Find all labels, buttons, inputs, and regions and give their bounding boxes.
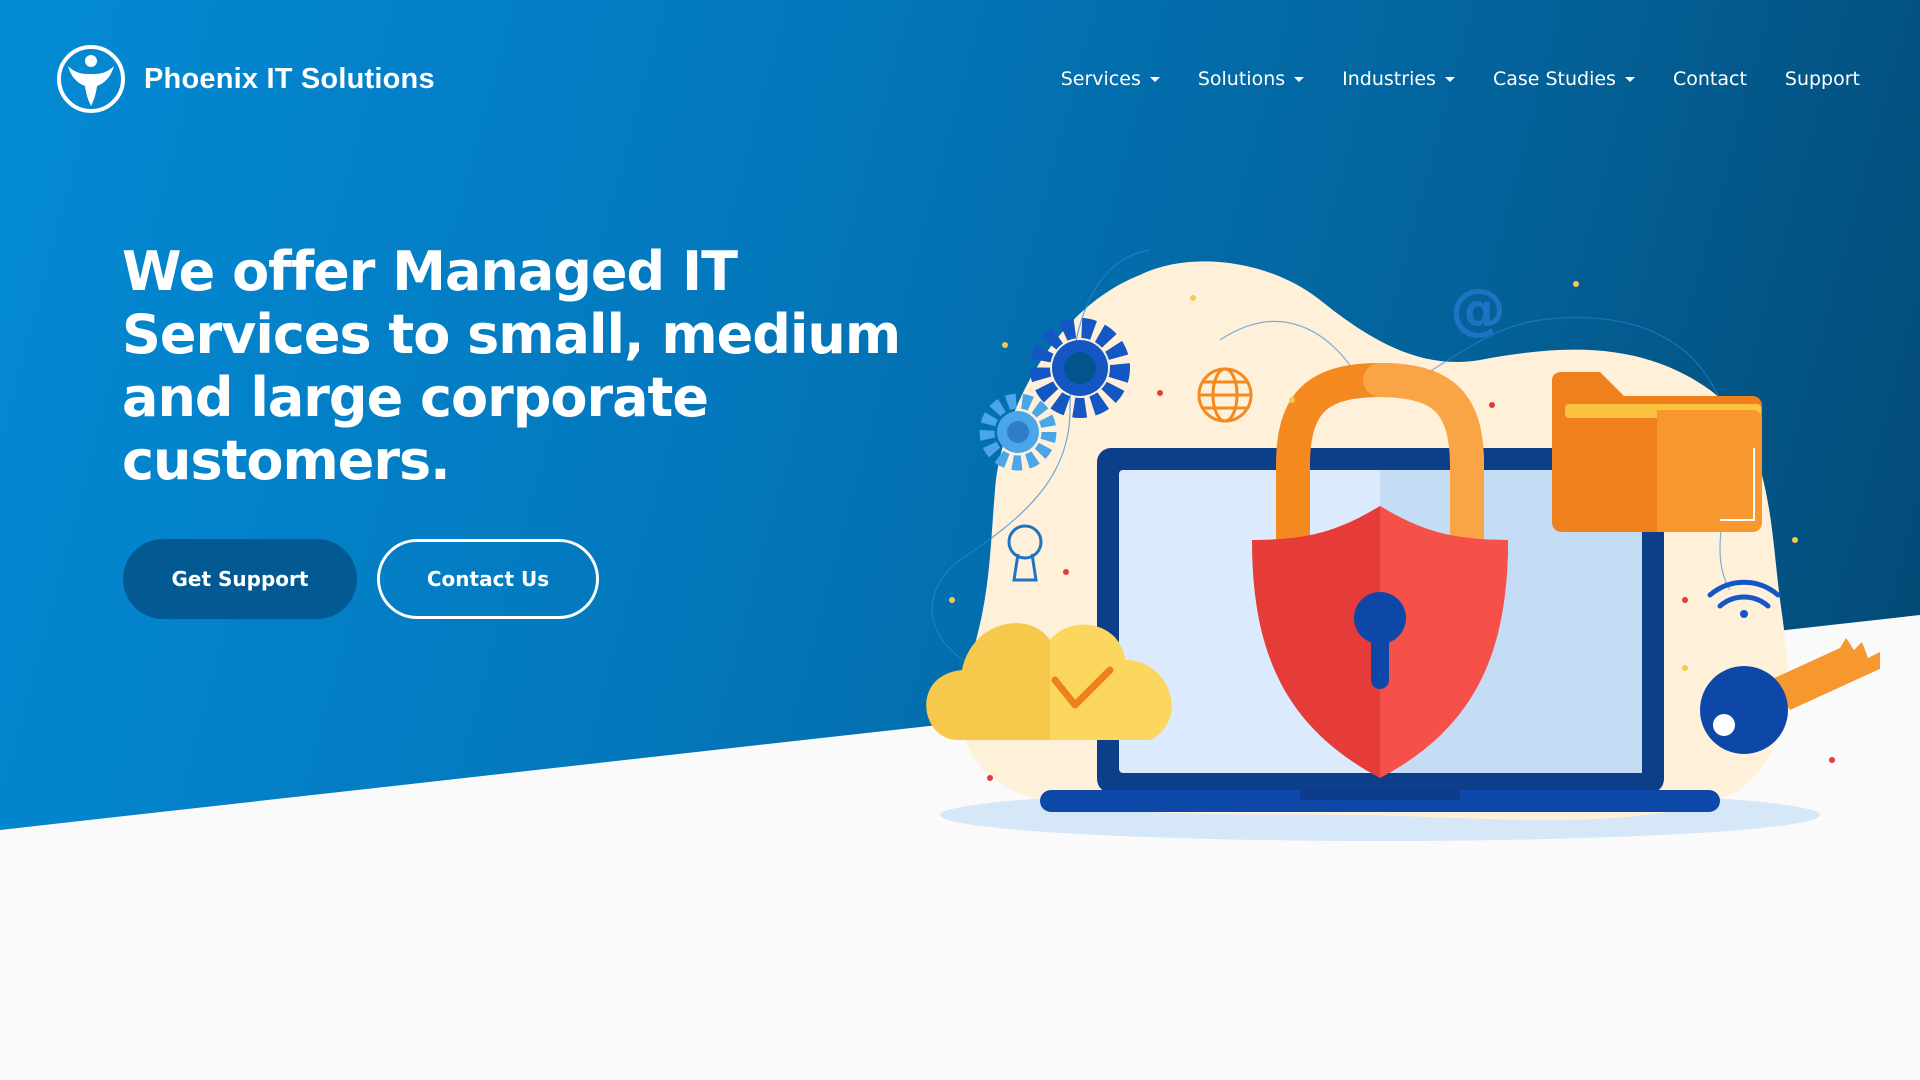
phoenix-logo-icon xyxy=(57,45,125,113)
nav-item-industries[interactable]: Industries xyxy=(1342,68,1455,90)
nav-label: Support xyxy=(1784,68,1860,90)
main-nav: Services Solutions Industries Case Studi… xyxy=(1061,68,1860,90)
nav-label: Industries xyxy=(1342,68,1436,90)
contact-us-button[interactable]: Contact Us xyxy=(377,539,599,619)
caret-down-icon xyxy=(1624,76,1635,82)
hero-headline: We offer Managed IT Services to small, m… xyxy=(122,240,901,492)
nav-label: Services xyxy=(1060,68,1141,90)
nav-item-support[interactable]: Support xyxy=(1785,68,1860,90)
site-header: Phoenix IT Solutions Services Solutions … xyxy=(0,0,1920,160)
nav-item-contact[interactable]: Contact xyxy=(1673,68,1747,90)
hero-illustration: @ xyxy=(926,249,1880,841)
caret-down-icon xyxy=(1294,76,1305,82)
nav-label: Case Studies xyxy=(1492,68,1616,90)
brand-name: Phoenix IT Solutions xyxy=(144,62,435,95)
brand-link[interactable]: Phoenix IT Solutions xyxy=(56,44,435,114)
caret-down-icon xyxy=(1149,76,1160,82)
at-sign-icon: @ xyxy=(1450,277,1506,342)
nav-item-case-studies[interactable]: Case Studies xyxy=(1493,68,1635,90)
nav-label: Contact xyxy=(1672,68,1747,90)
page: Phoenix IT Solutions Services Solutions … xyxy=(0,0,1920,1080)
nav-item-solutions[interactable]: Solutions xyxy=(1197,68,1305,90)
nav-label: Solutions xyxy=(1197,68,1286,90)
folder-icon xyxy=(1552,372,1762,532)
get-support-button[interactable]: Get Support xyxy=(123,539,357,619)
nav-item-services[interactable]: Services xyxy=(1061,68,1160,90)
caret-down-icon xyxy=(1444,76,1455,82)
